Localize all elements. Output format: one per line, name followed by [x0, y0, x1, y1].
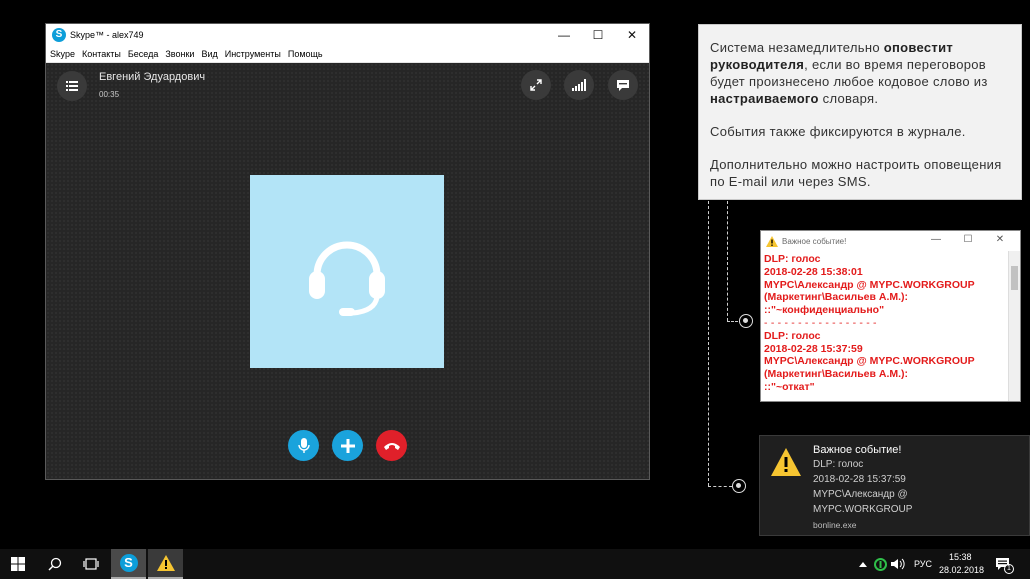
- expand-icon: [530, 79, 542, 91]
- title-bar: S Skype™ - alex749 — ☐ ✕: [46, 24, 649, 46]
- event-popup-window: Важное событие! — ☐ ✕ DLP: голос 2018-02…: [760, 230, 1021, 402]
- plus-icon: [340, 438, 355, 453]
- toast-title: Важное событие!: [813, 444, 902, 456]
- minimize-button[interactable]: —: [547, 24, 581, 46]
- toast-line: MYPC\Александр @: [813, 489, 908, 500]
- event-time: 2018-02-28 15:37:59: [764, 342, 863, 355]
- target-marker-icon: [739, 314, 753, 328]
- info-callout: Система незамедлительно оповестит руково…: [698, 24, 1022, 200]
- desktop: S Skype™ - alex749 — ☐ ✕ Skype Контакты …: [0, 0, 1030, 579]
- connector-line: [708, 201, 709, 486]
- contact-avatar: [250, 175, 444, 368]
- clock-date[interactable]: 28.02.2018: [939, 565, 984, 575]
- event-dept: (Маркетинг\Васильев А.М.):: [764, 368, 909, 381]
- hang-up-icon: [383, 442, 400, 450]
- search-button[interactable]: [38, 549, 72, 579]
- search-icon: [48, 557, 62, 571]
- task-view-button[interactable]: [74, 549, 108, 579]
- info-paragraph-1: Система незамедлительно оповестит руково…: [710, 40, 988, 106]
- event-word: ::"~откат": [764, 380, 815, 393]
- headset-icon: [309, 241, 385, 316]
- add-participant-button[interactable]: [332, 430, 363, 461]
- skype-window: S Skype™ - alex749 — ☐ ✕ Skype Контакты …: [45, 23, 650, 480]
- event-user: MYPC\Александр @ MYPC.WORKGROUP: [764, 355, 975, 368]
- speaker-icon: [891, 558, 905, 570]
- maximize-button[interactable]: ☐: [581, 24, 615, 46]
- info-paragraph-2: События также фиксируются в журнале.: [710, 124, 966, 139]
- toast-line: 2018-02-28 15:37:59: [813, 474, 906, 485]
- toast-line: DLP: голос: [813, 459, 864, 470]
- volume-button[interactable]: [890, 549, 906, 579]
- windows-logo-icon: [11, 557, 25, 571]
- event-type: DLP: голос: [764, 329, 821, 342]
- scrollbar-thumb[interactable]: [1011, 266, 1018, 290]
- taskbar: S РУС 15:38 28.02.2018 1: [0, 549, 1030, 579]
- taskbar-skype[interactable]: S: [111, 549, 146, 579]
- toast-notification[interactable]: Важное событие! DLP: голос 2018-02-28 15…: [759, 435, 1030, 536]
- popup-title: Важное событие!: [782, 236, 847, 246]
- window-title: Skype™ - alex749: [70, 30, 144, 40]
- popup-scrollbar[interactable]: [1008, 251, 1020, 401]
- hang-up-button[interactable]: [376, 430, 407, 461]
- call-quality-button[interactable]: [564, 70, 594, 100]
- popup-close-button[interactable]: ✕: [984, 234, 1016, 245]
- menu-tools[interactable]: Инструменты: [225, 49, 281, 59]
- skype-logo-icon: S: [52, 28, 66, 42]
- taskbar-alert-app[interactable]: [148, 549, 183, 579]
- menu-calls[interactable]: Звонки: [165, 49, 194, 59]
- warning-icon: [771, 448, 801, 476]
- call-menu-button[interactable]: [57, 71, 87, 101]
- warning-icon: [156, 555, 175, 571]
- event-dept: (Маркетинг\Васильев А.М.):: [764, 291, 909, 304]
- list-icon: [66, 81, 78, 91]
- event-word: ::"~конфиденциально": [764, 304, 885, 317]
- call-area: Евгений Эдуардович 00:35: [46, 63, 649, 479]
- toast-source: bonline.exe: [813, 520, 857, 530]
- target-marker-icon: [732, 479, 746, 493]
- input-language[interactable]: РУС: [914, 559, 932, 569]
- tray-overflow-button[interactable]: [857, 549, 869, 579]
- warning-icon: [766, 235, 778, 247]
- menu-bar: Skype Контакты Беседа Звонки Вид Инструм…: [46, 46, 649, 63]
- microphone-icon: [297, 437, 310, 453]
- menu-conversation[interactable]: Беседа: [128, 49, 158, 59]
- event-log: DLP: голос 2018-02-28 15:38:01 MYPC\Алек…: [764, 253, 1006, 399]
- menu-view[interactable]: Вид: [201, 49, 217, 59]
- chevron-up-icon: [859, 562, 867, 567]
- fullscreen-button[interactable]: [521, 70, 551, 100]
- menu-skype[interactable]: Skype: [50, 49, 75, 59]
- tray-app-button[interactable]: [872, 549, 888, 579]
- task-view-icon: [83, 558, 99, 570]
- chat-button[interactable]: [608, 70, 638, 100]
- signal-icon: [572, 79, 586, 91]
- popup-maximize-button[interactable]: ☐: [952, 234, 984, 245]
- chat-bubble-icon: [617, 79, 629, 91]
- menu-contacts[interactable]: Контакты: [82, 49, 121, 59]
- toast-line: MYPC.WORKGROUP: [813, 504, 913, 515]
- start-button[interactable]: [0, 549, 36, 579]
- connector-line: [727, 201, 728, 321]
- action-center-button[interactable]: 1: [990, 549, 1016, 579]
- call-duration: 00:35: [99, 90, 120, 99]
- caller-name: Евгений Эдуардович: [99, 71, 206, 83]
- menu-help[interactable]: Помощь: [288, 49, 323, 59]
- green-app-icon: [873, 557, 887, 571]
- close-button[interactable]: ✕: [615, 24, 649, 46]
- clock-time[interactable]: 15:38: [949, 552, 972, 562]
- event-separator: - - - - - - - - - - - - - - - - -: [764, 316, 877, 329]
- connector-line: [708, 486, 732, 487]
- microphone-button[interactable]: [288, 430, 319, 461]
- popup-minimize-button[interactable]: —: [920, 234, 952, 245]
- event-user: MYPC\Александр @ MYPC.WORKGROUP: [764, 278, 975, 291]
- event-type: DLP: голос: [764, 253, 821, 265]
- notification-count-badge: 1: [1004, 564, 1014, 574]
- skype-icon: S: [119, 554, 138, 572]
- info-paragraph-3: Дополнительно можно настроить оповещения…: [710, 157, 1002, 189]
- event-time: 2018-02-28 15:38:01: [764, 265, 863, 278]
